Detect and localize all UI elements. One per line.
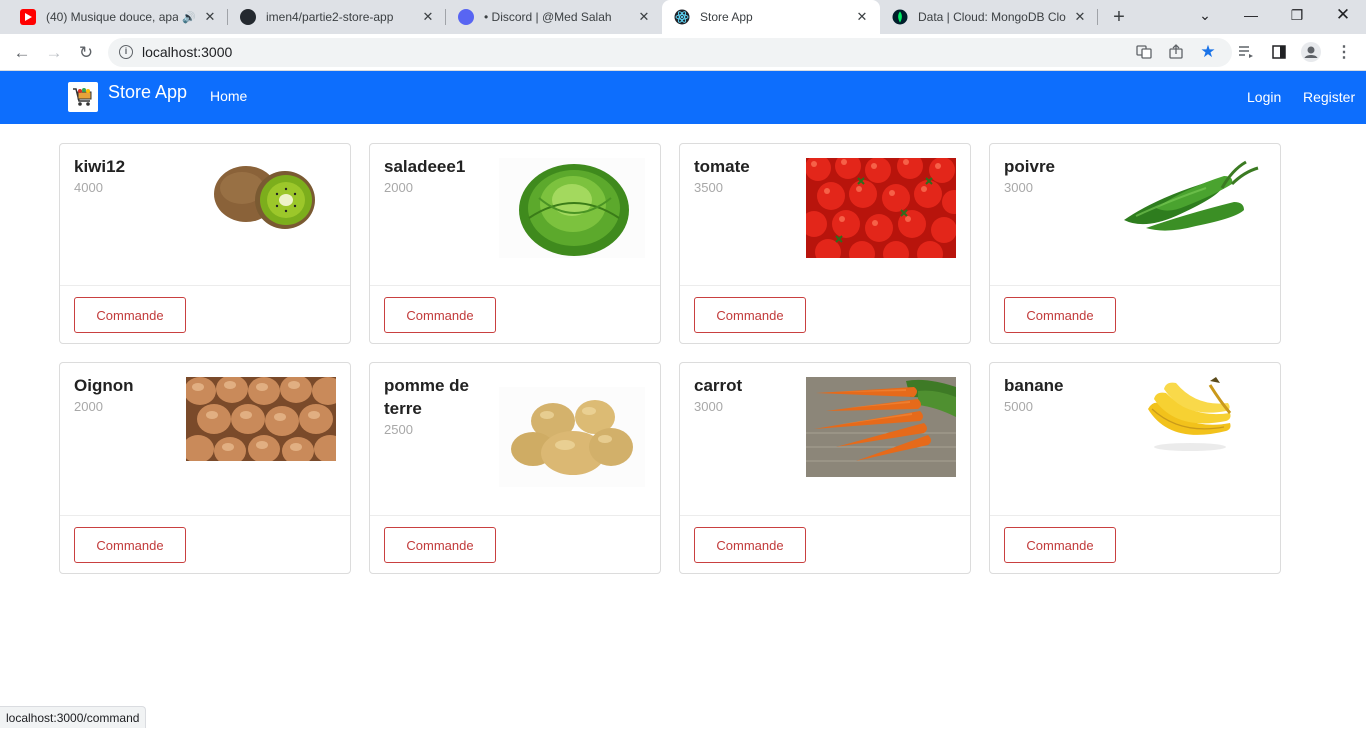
nav-link-login[interactable]: Login bbox=[1247, 89, 1281, 105]
browser-tab-strip: (40) Musique douce, apa 🔊 ✕ imen4/partie… bbox=[0, 0, 1366, 34]
product-price: 3000 bbox=[694, 399, 723, 414]
product-name: banane bbox=[1004, 376, 1064, 395]
product-card: Oignon 2000 Commande bbox=[59, 362, 351, 574]
address-bar[interactable]: i localhost:3000 bbox=[108, 38, 1232, 67]
product-name: tomate bbox=[694, 157, 750, 176]
commande-button[interactable]: Commande bbox=[384, 527, 496, 563]
minimize-button[interactable]: — bbox=[1228, 0, 1274, 30]
browser-menu-icon[interactable]: ⋮ bbox=[1334, 42, 1354, 62]
product-price: 2000 bbox=[74, 399, 103, 414]
commande-button[interactable]: Commande bbox=[384, 297, 496, 333]
browser-tab-youtube[interactable]: (40) Musique douce, apa 🔊 ✕ bbox=[8, 0, 228, 34]
close-tab-icon[interactable]: ✕ bbox=[420, 9, 436, 25]
restore-button[interactable]: ❐ bbox=[1274, 0, 1320, 30]
product-price: 4000 bbox=[74, 180, 103, 195]
github-icon bbox=[240, 9, 256, 25]
browser-tab-discord[interactable]: • Discord | @Med Salah ✕ bbox=[446, 0, 662, 34]
product-image-potatoes bbox=[499, 387, 645, 487]
reading-list-icon[interactable] bbox=[1236, 42, 1256, 62]
close-tab-icon[interactable]: ✕ bbox=[202, 9, 218, 25]
shopping-cart-logo-icon[interactable] bbox=[68, 82, 98, 112]
status-url-bar: localhost:3000/command bbox=[0, 706, 147, 728]
app-navbar: Store App Home Login Register bbox=[0, 71, 1366, 124]
close-tab-icon[interactable]: ✕ bbox=[636, 9, 652, 25]
commande-button[interactable]: Commande bbox=[694, 297, 806, 333]
brand-name[interactable]: Store App bbox=[108, 82, 187, 103]
product-name: poivre bbox=[1004, 157, 1056, 176]
product-image-green-peppers bbox=[1116, 158, 1266, 234]
nav-link-home[interactable]: Home bbox=[210, 88, 247, 104]
tab-title: (40) Musique douce, apa bbox=[46, 10, 179, 24]
product-card: pomme de terre 2500 Commande bbox=[369, 362, 661, 574]
product-card: banane 5000 Commande bbox=[989, 362, 1281, 574]
product-card: carrot 3000 Commande bbox=[679, 362, 971, 574]
product-name: saladeee1 bbox=[384, 157, 466, 176]
product-card: tomate 3500 Commande bbox=[679, 143, 971, 344]
react-icon bbox=[674, 9, 690, 25]
product-card: saladeee1 2000 Commande bbox=[369, 143, 661, 344]
reload-icon[interactable]: ↻ bbox=[74, 41, 98, 65]
product-image-bananas bbox=[1140, 375, 1240, 453]
profile-avatar-icon[interactable] bbox=[1301, 42, 1321, 62]
product-name: carrot bbox=[694, 376, 743, 395]
commande-button[interactable]: Commande bbox=[694, 527, 806, 563]
product-card: poivre 3000 Commande bbox=[989, 143, 1281, 344]
site-info-icon[interactable]: i bbox=[119, 45, 133, 59]
product-price: 3000 bbox=[1004, 180, 1033, 195]
commande-button[interactable]: Commande bbox=[1004, 297, 1116, 333]
back-icon[interactable]: ← bbox=[10, 41, 34, 65]
side-panel-icon[interactable] bbox=[1269, 42, 1289, 62]
translate-icon[interactable] bbox=[1134, 42, 1154, 62]
browser-toolbar: ← → ↻ i localhost:3000 ★ ⋮ bbox=[0, 34, 1366, 71]
mongodb-leaf-icon bbox=[892, 9, 908, 25]
commande-button[interactable]: Commande bbox=[74, 297, 186, 333]
close-tab-icon[interactable]: ✕ bbox=[1072, 9, 1088, 25]
new-tab-button[interactable]: + bbox=[1108, 6, 1130, 28]
forward-icon[interactable]: → bbox=[42, 41, 66, 65]
browser-tab-mongodb[interactable]: Data | Cloud: MongoDB Clou ✕ bbox=[880, 0, 1098, 34]
product-card: kiwi12 4000 Commande bbox=[59, 143, 351, 344]
product-price: 3500 bbox=[694, 180, 723, 195]
product-name: pomme de terre bbox=[384, 376, 470, 418]
tab-title: Store App bbox=[700, 10, 753, 24]
nav-link-register[interactable]: Register bbox=[1303, 89, 1355, 105]
tab-title: • Discord | @Med Salah bbox=[484, 10, 612, 24]
product-image-tomatoes bbox=[806, 158, 956, 258]
product-price: 2000 bbox=[384, 180, 413, 195]
browser-tab-store-app[interactable]: Store App ✕ bbox=[662, 0, 880, 34]
speaker-icon[interactable]: 🔊 bbox=[182, 11, 196, 24]
product-name: kiwi12 bbox=[74, 157, 126, 176]
commande-button[interactable]: Commande bbox=[1004, 527, 1116, 563]
youtube-icon bbox=[20, 9, 36, 25]
close-tab-icon[interactable]: ✕ bbox=[854, 9, 870, 25]
product-name: Oignon bbox=[74, 376, 134, 395]
product-image-onions bbox=[186, 377, 336, 461]
commande-button[interactable]: Commande bbox=[74, 527, 186, 563]
address-url[interactable]: localhost:3000 bbox=[142, 44, 232, 60]
close-window-button[interactable]: ✕ bbox=[1320, 0, 1366, 30]
product-image-kiwi bbox=[206, 158, 326, 234]
bookmark-star-icon[interactable]: ★ bbox=[1198, 42, 1218, 62]
product-image-carrots bbox=[806, 377, 956, 477]
browser-tab-github[interactable]: imen4/partie2-store-app ✕ bbox=[228, 0, 446, 34]
share-icon[interactable] bbox=[1166, 42, 1186, 62]
tab-title: imen4/partie2-store-app bbox=[266, 10, 394, 24]
discord-icon bbox=[458, 9, 474, 25]
tab-search-icon[interactable]: ⌄ bbox=[1182, 0, 1228, 30]
product-image-lettuce bbox=[499, 158, 645, 258]
tab-title: Data | Cloud: MongoDB Clou bbox=[918, 10, 1066, 24]
product-price: 5000 bbox=[1004, 399, 1033, 414]
product-price: 2500 bbox=[384, 422, 413, 437]
